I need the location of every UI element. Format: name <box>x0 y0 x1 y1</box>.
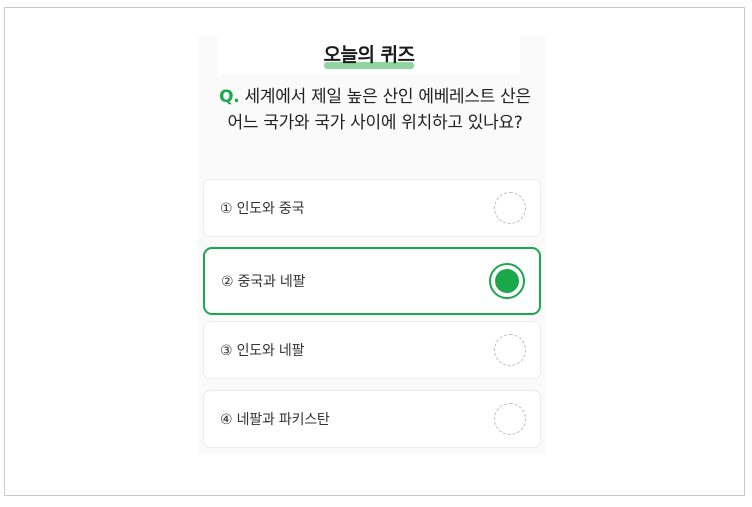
option-4-radio[interactable] <box>494 403 526 435</box>
option-3[interactable]: ③ 인도와 네팔 <box>203 321 541 379</box>
option-2-label: ② 중국과 네팔 <box>221 274 306 290</box>
quiz-header: 오늘의 퀴즈 <box>218 36 520 74</box>
option-1-label: ① 인도와 중국 <box>220 201 305 217</box>
option-1[interactable]: ① 인도와 중국 <box>203 179 541 237</box>
option-2-radio[interactable] <box>489 263 525 299</box>
question-text: 세계에서 제일 높은 산인 에베레스트 산은 어느 국가와 국가 사이에 위치하… <box>227 87 531 133</box>
radio-selected-dot-icon <box>495 269 519 293</box>
option-2[interactable]: ② 중국과 네팔 <box>203 247 541 315</box>
option-1-radio[interactable] <box>494 192 526 224</box>
question-marker: Q. <box>219 87 240 107</box>
option-3-radio[interactable] <box>494 334 526 366</box>
option-4[interactable]: ④ 네팔과 파키스탄 <box>203 390 541 448</box>
quiz-title-text: 오늘의 퀴즈 <box>323 44 415 66</box>
option-3-label: ③ 인도와 네팔 <box>220 343 305 359</box>
option-4-label: ④ 네팔과 파키스탄 <box>220 412 330 428</box>
question-text-block: Q. 세계에서 제일 높은 산인 에베레스트 산은 어느 국가와 국가 사이에 … <box>210 84 540 136</box>
quiz-title: 오늘의 퀴즈 <box>218 40 520 69</box>
